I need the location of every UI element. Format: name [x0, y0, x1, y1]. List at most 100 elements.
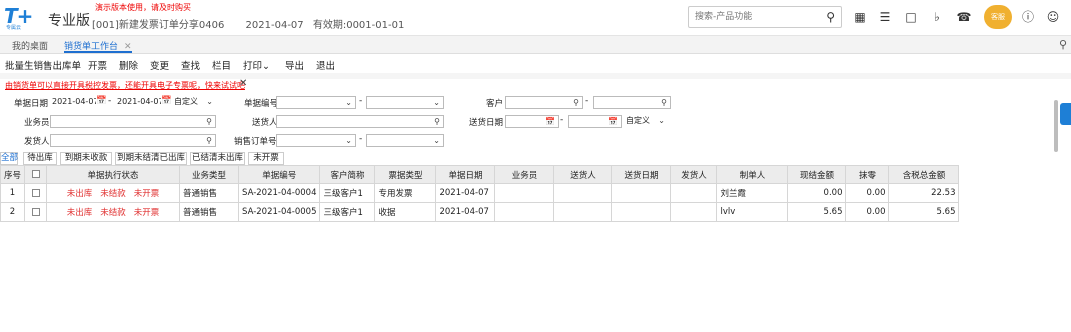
chevron-down-icon: ⌄ [345, 136, 352, 145]
product-search-input[interactable] [689, 7, 819, 27]
filter-scrollbar[interactable] [1054, 100, 1058, 152]
calendar-icon[interactable]: 📅 [608, 116, 618, 127]
close-icon[interactable]: ✕ [124, 42, 132, 52]
tab-my-desktop[interactable]: 我的桌面 [12, 39, 48, 52]
tab-search-icon[interactable]: ⚲ [1059, 38, 1067, 51]
calculator-icon[interactable]: ▦ [852, 9, 868, 25]
salesman-field[interactable]: ⚲ [50, 115, 216, 128]
delete-button[interactable]: 删除 [119, 58, 138, 72]
bell-icon[interactable]: ♭ [929, 9, 945, 25]
print-button[interactable]: 打印⌄ [243, 58, 270, 72]
tab-sales-workbench[interactable]: 销货单工作台 ✕ [64, 39, 132, 53]
row-checkbox[interactable] [31, 188, 40, 197]
col-maker[interactable]: 制单人 [716, 165, 789, 184]
list-icon[interactable]: ☰ [877, 9, 893, 25]
filter-tab-not-invoiced[interactable]: 未开票 [248, 152, 284, 165]
batch-outbound-button[interactable]: 批量生销售出库单 [5, 58, 81, 72]
dash: - [359, 134, 363, 144]
phone-icon[interactable]: ☎ [956, 9, 972, 25]
status-outbound: 未出库 [66, 189, 93, 199]
chevron-down-icon: ⌄ [345, 98, 352, 107]
col-status[interactable]: 单据执行状态 [46, 165, 181, 184]
row-date: 2021-04-07 [435, 202, 496, 222]
search-icon[interactable]: ⚲ [573, 97, 579, 108]
sales-order-label: 销售订单号 [234, 137, 277, 147]
sales-order-to[interactable]: ⌄ [366, 134, 444, 147]
row-invoice-type: 收据 [374, 202, 437, 222]
user-icon[interactable]: ☺ [1045, 9, 1061, 25]
select-all-checkbox[interactable] [31, 170, 40, 178]
date-mode-select[interactable]: 自定义 ⌄ [172, 96, 216, 109]
change-button[interactable]: 变更 [150, 58, 169, 72]
filter-tab-all[interactable]: 全部 [0, 152, 18, 165]
delivery-date-to[interactable]: 📅 [568, 115, 622, 128]
col-select[interactable] [24, 165, 48, 184]
delivery-date-label: 送货日期 [469, 118, 504, 128]
search-icon[interactable]: ⚲ [434, 116, 440, 127]
date-from-field[interactable]: 2021-04-07 [50, 96, 96, 109]
row-doc-no[interactable]: SA-2021-04-0004 [238, 183, 321, 203]
col-doc-no[interactable]: 单据编号 [238, 165, 321, 184]
page-tabs: 我的桌面 销货单工作台 ✕ ⚲ [0, 36, 1071, 54]
col-invoice-type[interactable]: 票据类型 [374, 165, 437, 184]
export-button[interactable]: 导出 [285, 58, 304, 72]
col-customer[interactable]: 客户简称 [319, 165, 376, 184]
side-panel-toggle[interactable] [1060, 103, 1071, 125]
row-doc-no[interactable]: SA-2021-04-0005 [238, 202, 321, 222]
table-row[interactable]: 1 未出库 未结款 未开票 普通销售 SA-2021-04-0004 三级客户1 专… [0, 183, 960, 203]
shipper-field[interactable]: ⚲ [50, 134, 216, 147]
filter-tab-due-unpaid[interactable]: 到期未收款 [60, 152, 112, 165]
row-checkbox[interactable] [31, 207, 40, 216]
product-search[interactable]: ⚲ [688, 6, 842, 28]
col-rounding[interactable]: 抹零 [845, 165, 890, 184]
row-invoice-type: 专用发票 [374, 183, 437, 203]
row-customer: 三级客户1 [319, 202, 376, 222]
calendar-icon[interactable]: 📅 [96, 96, 107, 106]
row-select[interactable] [24, 202, 48, 222]
filter-tab-settled-not-shipped[interactable]: 已结清未出库 [190, 152, 245, 165]
col-biz-type[interactable]: 业务类型 [179, 165, 240, 184]
col-total[interactable]: 含税总金额 [888, 165, 960, 184]
customer-to[interactable]: ⚲ [593, 96, 671, 109]
search-icon[interactable]: ⚲ [826, 10, 835, 24]
e-invoice-notice[interactable]: 由销货单可以直接开具税控发票，还能开具电子专票呢，快来试试吧 [5, 80, 245, 91]
message-icon[interactable]: □ [903, 9, 919, 25]
doc-no-from[interactable]: ⌄ [276, 96, 356, 109]
search-icon[interactable]: ⚲ [206, 135, 212, 146]
delivery-mode-select[interactable]: 自定义 ⌄ [624, 115, 668, 128]
columns-button[interactable]: 栏目 [212, 58, 231, 72]
table-row[interactable]: 2 未出库 未结款 未开票 普通销售 SA-2021-04-0005 三级客户1 收… [0, 202, 960, 222]
calendar-icon[interactable]: 📅 [545, 116, 555, 127]
col-index: 序号 [0, 165, 26, 184]
col-delivery-date[interactable]: 送货日期 [611, 165, 672, 184]
exit-button[interactable]: 退出 [316, 58, 335, 72]
find-button[interactable]: 查找 [181, 58, 200, 72]
col-cash[interactable]: 现结金额 [787, 165, 847, 184]
customer-from[interactable]: ⚲ [505, 96, 583, 109]
delivery-date-from[interactable]: 📅 [505, 115, 559, 128]
search-icon[interactable]: ⚲ [661, 97, 667, 108]
doc-no-to[interactable]: ⌄ [366, 96, 444, 109]
deliverer-field[interactable]: ⚲ [276, 115, 444, 128]
col-shipper[interactable]: 发货人 [670, 165, 718, 184]
search-icon[interactable]: ⚲ [206, 116, 212, 127]
sales-order-from[interactable]: ⌄ [276, 134, 356, 147]
filter-tab-pending-outbound[interactable]: 待出库 [23, 152, 57, 165]
help-icon[interactable]: ⓘ [1020, 9, 1036, 25]
row-select[interactable] [24, 183, 48, 203]
col-deliverer[interactable]: 送货人 [553, 165, 613, 184]
close-notice-icon[interactable]: ✕ [239, 78, 247, 89]
customer-service-avatar[interactable]: 客服 [984, 5, 1012, 29]
invoice-button[interactable]: 开票 [88, 58, 107, 72]
date-to-field[interactable]: 2021-04-07 [115, 96, 161, 109]
demo-purchase-link[interactable]: 演示版本使用，请及时购买 [95, 2, 191, 13]
col-date[interactable]: 单据日期 [435, 165, 496, 184]
calendar-icon[interactable]: 📅 [161, 96, 172, 106]
logo-subtext: 专属云 [6, 25, 22, 31]
col-salesman[interactable]: 业务员 [494, 165, 555, 184]
filter-tab-due-unsettled-shipped[interactable]: 到期未结清已出库 [115, 152, 187, 165]
chevron-down-icon: ⌄ [658, 116, 665, 125]
date-mode-value: 自定义 [174, 97, 198, 106]
row-delivery-date [611, 202, 672, 222]
row-date: 2021-04-07 [435, 183, 496, 203]
